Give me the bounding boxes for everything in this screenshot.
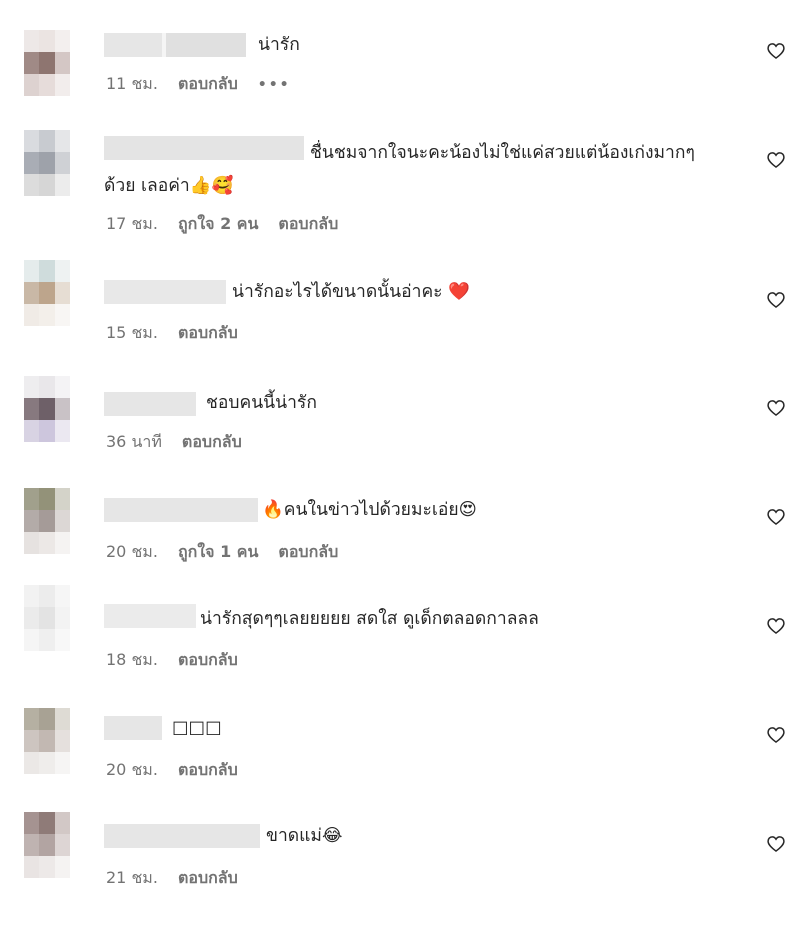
username-redacted[interactable]	[104, 604, 196, 628]
reply-button[interactable]: ตอบกลับ	[178, 866, 238, 891]
reply-button[interactable]: ตอบกลับ	[182, 430, 242, 455]
heart-outline-icon[interactable]	[766, 507, 786, 527]
avatar[interactable]	[24, 708, 70, 774]
reply-button[interactable]: ตอบกลับ	[178, 321, 238, 346]
reply-button[interactable]: ตอบกลับ	[278, 212, 338, 237]
comment-time: 20 ชม.	[106, 760, 158, 779]
heart-outline-icon[interactable]	[766, 41, 786, 61]
username-redacted[interactable]	[104, 824, 260, 848]
username-redacted[interactable]	[104, 498, 258, 522]
reply-button[interactable]: ตอบกลับ	[178, 72, 238, 97]
comment-meta: 18 ชม. ตอบกลับ	[106, 648, 238, 673]
avatar[interactable]	[24, 812, 70, 878]
username-redacted[interactable]	[104, 33, 246, 57]
reply-button[interactable]: ตอบกลับ	[178, 758, 238, 783]
avatar[interactable]	[24, 488, 70, 554]
avatar[interactable]	[24, 30, 70, 96]
heart-outline-icon[interactable]	[766, 290, 786, 310]
heart-outline-icon[interactable]	[766, 150, 786, 170]
comment-meta: 36 นาที ตอบกลับ	[106, 430, 242, 455]
comment-text: 🔥คนในข่าวไปด้วยมะเอ่ย😍	[262, 500, 477, 520]
avatar[interactable]	[24, 376, 70, 442]
username-redacted[interactable]	[104, 280, 226, 304]
heart-outline-icon[interactable]	[766, 398, 786, 418]
comment-meta: 20 ชม. ถูกใจ 1 คน ตอบกลับ	[106, 540, 338, 565]
comment-text: น่ารัก	[258, 35, 300, 55]
comment-meta: 21 ชม. ตอบกลับ	[106, 866, 238, 891]
comment-text-content: ชื่นชมจากใจนะคะน้องไม่ใช่แค่สวยแต่น้องเก…	[104, 143, 695, 196]
heart-outline-icon[interactable]	[766, 725, 786, 745]
username-redacted[interactable]	[104, 716, 162, 740]
heart-outline-icon[interactable]	[766, 834, 786, 854]
comment-text: น่ารักสุดๆๆเลยยยยย สดใส ดูเด็กตลอดกาลลล	[200, 609, 539, 629]
reply-button[interactable]: ตอบกลับ	[278, 540, 338, 565]
comment-time: 18 ชม.	[106, 650, 158, 669]
comment-text: ชอบคนนี้น่ารัก	[206, 393, 317, 413]
comment-meta: 20 ชม. ตอบกลับ	[106, 758, 238, 783]
avatar[interactable]	[24, 130, 70, 196]
comment-text: น่ารักอะไรได้ขนาดนั้นอ่าคะ ❤️	[232, 282, 470, 302]
comment-time: 20 ชม.	[106, 542, 158, 561]
comment-meta: 17 ชม. ถูกใจ 2 คน ตอบกลับ	[106, 212, 338, 237]
comment-meta: 11 ชม. ตอบกลับ •••	[106, 72, 291, 97]
avatar[interactable]	[24, 260, 70, 326]
username-redacted[interactable]	[104, 392, 196, 416]
comment-meta: 15 ชม. ตอบกลับ	[106, 321, 238, 346]
comment-text: ขาดแม่😂	[266, 826, 343, 846]
comment-time: 21 ชม.	[106, 868, 158, 887]
comment-text: ชื่นชมจากใจนะคะน้องไม่ใช่แค่สวยแต่น้องเก…	[104, 137, 720, 203]
comment-time: 36 นาที	[106, 432, 162, 451]
avatar[interactable]	[24, 585, 70, 651]
heart-outline-icon[interactable]	[766, 616, 786, 636]
comment-time: 11 ชม.	[106, 74, 158, 93]
comment-time: 15 ชม.	[106, 323, 158, 342]
more-options-icon[interactable]: •••	[258, 77, 291, 93]
comment-time: 17 ชม.	[106, 214, 158, 233]
comment-text: □□□	[172, 718, 222, 738]
reply-button[interactable]: ตอบกลับ	[178, 648, 238, 673]
likes-count[interactable]: ถูกใจ 2 คน	[178, 212, 258, 237]
likes-count[interactable]: ถูกใจ 1 คน	[178, 540, 258, 565]
